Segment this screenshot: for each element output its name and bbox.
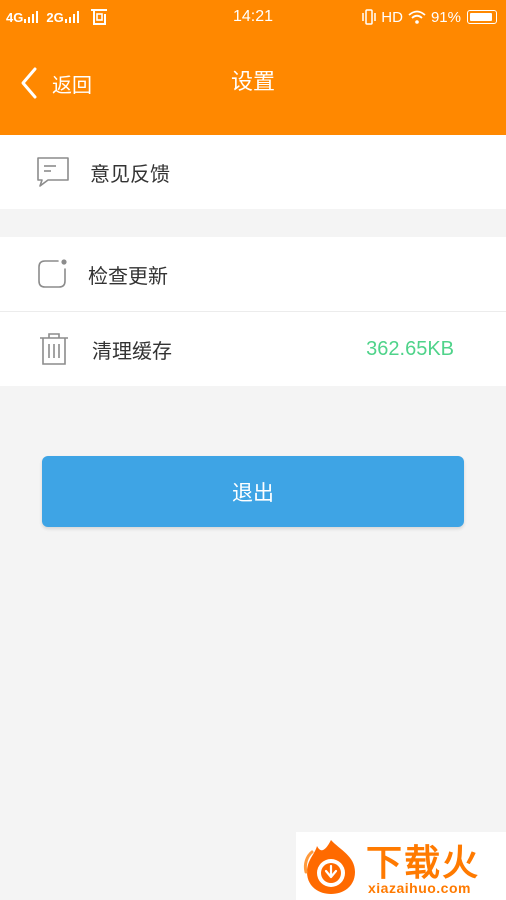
battery-percent: 91% (430, 8, 461, 26)
settings-item-label: 检查更新 (88, 263, 168, 288)
nav-bar: 返回 设置 (0, 34, 506, 135)
logout-button[interactable]: 退出 (42, 456, 464, 527)
wifi-icon (408, 10, 426, 24)
watermark-brand: 下载火 (366, 843, 481, 884)
settings-group-feedback: 意见反馈 (0, 135, 506, 209)
vibrate-icon (362, 9, 377, 25)
trash-icon (38, 332, 70, 366)
cache-size-value: 362.65KB (366, 337, 454, 360)
page-title: 设置 (230, 70, 275, 95)
battery-level-fill (470, 13, 492, 21)
settings-item-label: 清理缓存 (92, 338, 172, 363)
hd-indicator: HD (381, 8, 403, 26)
watermark-logo: 下载火 xiazaihuo.com (296, 832, 506, 900)
settings-item-clear-cache[interactable]: 清理缓存 362.65KB (0, 311, 506, 386)
app-header: 4G 2G 14:21 HD 91% 返回 设置 (0, 0, 506, 135)
settings-group-system: 检查更新 清理缓存 362.65KB (0, 237, 506, 386)
flame-logo-icon (303, 840, 355, 894)
settings-item-label: 意见反馈 (90, 161, 170, 186)
battery-icon (467, 10, 497, 24)
update-icon (36, 258, 70, 290)
watermark-domain: xiazaihuo.com (368, 880, 471, 896)
status-bar-right: HD 91% (357, 7, 497, 27)
settings-item-check-update[interactable]: 检查更新 (0, 237, 506, 311)
feedback-icon (36, 156, 70, 188)
settings-item-feedback[interactable]: 意见反馈 (0, 135, 506, 209)
status-bar: 4G 2G 14:21 HD 91% (0, 0, 506, 34)
